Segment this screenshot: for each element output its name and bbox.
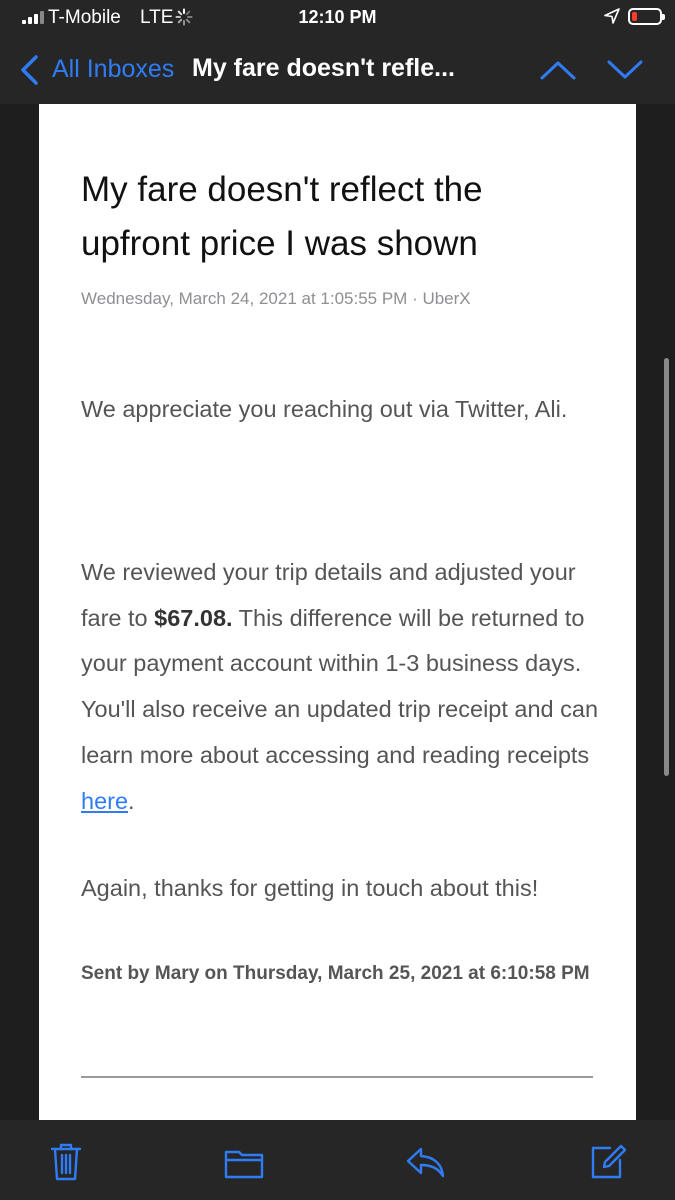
status-bar: T-Mobile LTE 12:10 PM (0, 0, 675, 36)
folder-icon (224, 1150, 264, 1179)
paragraph-text: . (128, 787, 135, 814)
back-button[interactable]: All Inboxes (52, 55, 174, 84)
compose-button[interactable] (588, 1140, 628, 1182)
email-signature: Sent by Mary on Thursday, March 25, 2021… (81, 963, 590, 984)
clock: 12:10 PM (298, 7, 377, 27)
email-paragraph-thanks: Again, thanks for getting in touch about… (81, 875, 539, 901)
fare-amount: $67.08. (154, 604, 233, 631)
compose-icon (591, 1144, 627, 1179)
email-paragraph-details: We reviewed your trip details and adjust… (81, 550, 611, 824)
email-subject: My fare doesn't reflect the upfront pric… (81, 170, 483, 263)
battery-level (632, 12, 637, 21)
location-arrow-icon (604, 8, 620, 24)
delete-button[interactable] (46, 1140, 86, 1182)
scrollbar[interactable] (664, 358, 669, 776)
nav-title: My fare doesn't refle... (192, 54, 455, 82)
email-paragraph-greeting: We appreciate you reaching out via Twitt… (81, 396, 568, 422)
reply-icon (406, 1147, 445, 1178)
back-chevron-icon[interactable] (18, 54, 40, 86)
receipts-link[interactable]: here (81, 788, 128, 814)
next-message-icon[interactable] (606, 58, 644, 82)
divider (81, 1076, 593, 1078)
bottom-toolbar (0, 1120, 675, 1200)
trash-icon (50, 1143, 82, 1181)
email-meta: Wednesday, March 24, 2021 at 1:05:55 PM … (81, 289, 471, 308)
navigation-bar: All Inboxes My fare doesn't refle... (0, 36, 675, 104)
reply-button[interactable] (405, 1140, 445, 1182)
move-to-folder-button[interactable] (224, 1140, 264, 1182)
battery-icon (628, 8, 665, 25)
previous-message-icon[interactable] (539, 58, 577, 82)
